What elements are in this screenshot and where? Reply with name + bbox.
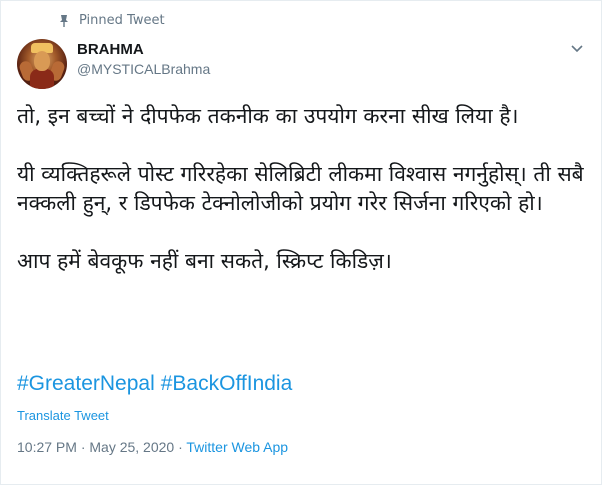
pinned-indicator: Pinned Tweet: [57, 13, 165, 28]
tweet-line: आप हमें बेवकूफ नहीं बना सकते, स्क्रिप्ट …: [17, 249, 392, 273]
translate-tweet-link[interactable]: Translate Tweet: [17, 408, 109, 423]
tweet-line: तो, इन बच्चों ने दीपफेक तकनीक का उपयोग क…: [17, 104, 519, 128]
pinned-label: Pinned Tweet: [79, 13, 165, 28]
avatar[interactable]: [17, 39, 67, 89]
chevron-down-icon[interactable]: [567, 39, 587, 59]
hashtag-link[interactable]: #GreaterNepal: [17, 372, 155, 395]
hashtag-link[interactable]: #BackOffIndia: [161, 372, 293, 395]
tweet-text: तो, इन बच्चों ने दीपफेक तकनीक का उपयोग क…: [17, 102, 592, 276]
source-app-link[interactable]: Twitter Web App: [186, 439, 288, 455]
tweet-line: यी व्यक्तिहरूले पोस्ट गरिरहेका सेलिब्रिट…: [17, 162, 584, 215]
author-handle[interactable]: @MYSTICALBrahma: [77, 61, 210, 77]
pin-icon: [57, 14, 71, 28]
author-name[interactable]: BRAHMA: [77, 41, 144, 58]
tweet-meta: 10:27 PM · May 25, 2020 · Twitter Web Ap…: [17, 439, 288, 455]
tweet-card: Pinned Tweet BRAHMA @MYSTICALBrahma तो, …: [0, 0, 602, 485]
hashtags: #GreaterNepal #BackOffIndia: [17, 372, 298, 396]
timestamp[interactable]: 10:27 PM · May 25, 2020 ·: [17, 439, 186, 455]
